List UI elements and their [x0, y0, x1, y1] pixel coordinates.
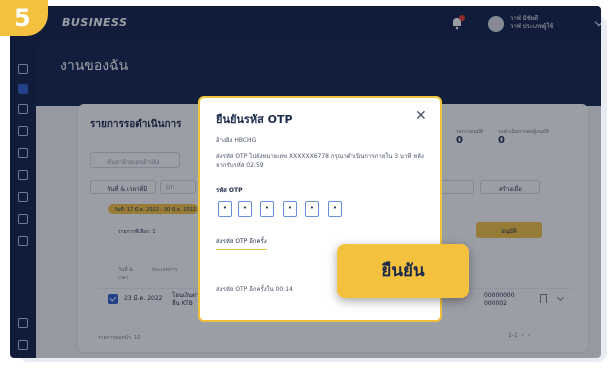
otp-digit-input[interactable]: • [328, 201, 342, 217]
modal-title: ยืนยันรหัส OTP [216, 113, 293, 126]
confirm-button[interactable]: ยืนยัน [337, 244, 469, 298]
close-icon[interactable]: ✕ [415, 108, 427, 124]
otp-digit-input[interactable]: • [260, 201, 274, 217]
otp-digit-input[interactable]: • [283, 201, 297, 217]
resend-timer: ส่งรหัส OTP อีกครั้งใน 00:14 [216, 286, 293, 293]
otp-digit-input[interactable]: • [238, 201, 252, 217]
otp-label: รหัส OTP [216, 187, 243, 194]
otp-reference: อ้างอิง HBCHG [216, 137, 257, 144]
otp-digit-input[interactable]: • [305, 201, 319, 217]
otp-description: ส่งรหัส OTP ไปยังหมายเลข XXXXXX6778 กรุณ… [216, 153, 424, 169]
otp-digit-input[interactable]: • [218, 201, 232, 217]
screenshot-stage: BUSINESS วาฬ มิชัยดี วาฬ ประเภทผู้ใช้ งา… [0, 0, 611, 376]
resend-otp-link[interactable]: ส่งรหัส OTP อีกครั้ง [216, 236, 267, 250]
